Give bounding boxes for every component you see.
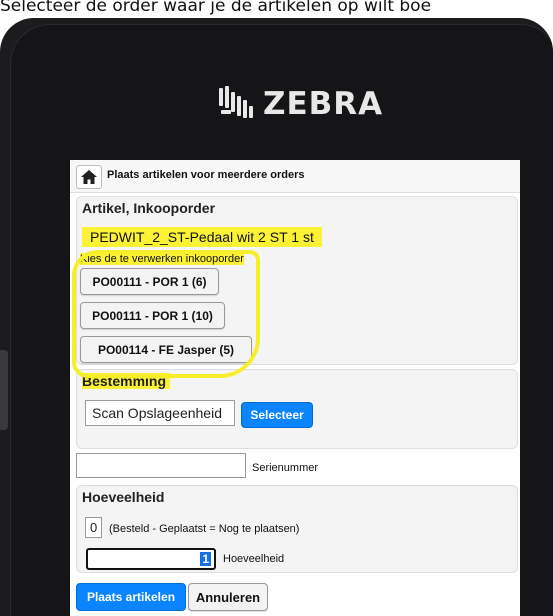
select-button[interactable]: Selecteer (241, 402, 313, 428)
article-panel: Artikel, Inkooporder PEDWIT_2_ST-Pedaal … (76, 196, 518, 365)
app-screen: Plaats artikelen voor meerdere orders Ar… (70, 160, 520, 616)
order-button-1[interactable]: PO00111 - POR 1 (6) (80, 268, 219, 295)
brand-logo: ZEBRA (213, 84, 383, 124)
article-panel-title: Artikel, Inkooporder (82, 200, 216, 216)
device-side-button (0, 350, 8, 430)
zebra-head-icon (219, 86, 253, 118)
ordered-quantity-value: 0 (85, 517, 102, 538)
article-item-label: PEDWIT_2_ST-Pedaal wit 2 ST 1 st (82, 227, 322, 247)
ordered-quantity-note: (Besteld - Geplaatst = Nog te plaatsen) (109, 523, 300, 535)
quantity-input-label: Hoeveelheid (223, 553, 285, 565)
quantity-panel-title: Hoeveelheid (82, 489, 165, 505)
device-frame: ZEBRA Plaats artikelen voor meerdere ord… (0, 18, 553, 616)
order-hint-text: Kies de te verwerken inkooporder (80, 253, 244, 265)
quantity-panel: Hoeveelheid 0 (Besteld - Geplaatst = Nog… (76, 485, 518, 573)
brand-name: ZEBRA (263, 86, 384, 122)
order-button-2[interactable]: PO00111 - POR 1 (10) (80, 302, 225, 329)
storage-unit-input[interactable]: Scan Opslageenheid (85, 400, 235, 426)
order-button-3[interactable]: PO00114 - FE Jasper (5) (80, 336, 252, 363)
instruction-caption: Selecteer de order waar je de artikelen … (0, 0, 432, 16)
page-title: Plaats artikelen voor meerdere orders (107, 169, 305, 181)
app-header: Plaats artikelen voor meerdere orders (70, 160, 520, 193)
quantity-input-value: 1 (200, 552, 211, 566)
destination-panel-title: Bestemming (82, 373, 171, 389)
serial-number-input[interactable] (76, 453, 246, 478)
serial-number-label: Serienummer (252, 462, 319, 474)
place-items-button[interactable]: Plaats artikelen (76, 583, 186, 611)
cancel-button[interactable]: Annuleren (188, 583, 268, 611)
destination-panel: Bestemming Scan Opslageenheid Selecteer (76, 369, 518, 449)
home-button[interactable] (76, 165, 102, 189)
quantity-input[interactable]: 1 (86, 548, 216, 570)
home-icon (81, 170, 97, 184)
